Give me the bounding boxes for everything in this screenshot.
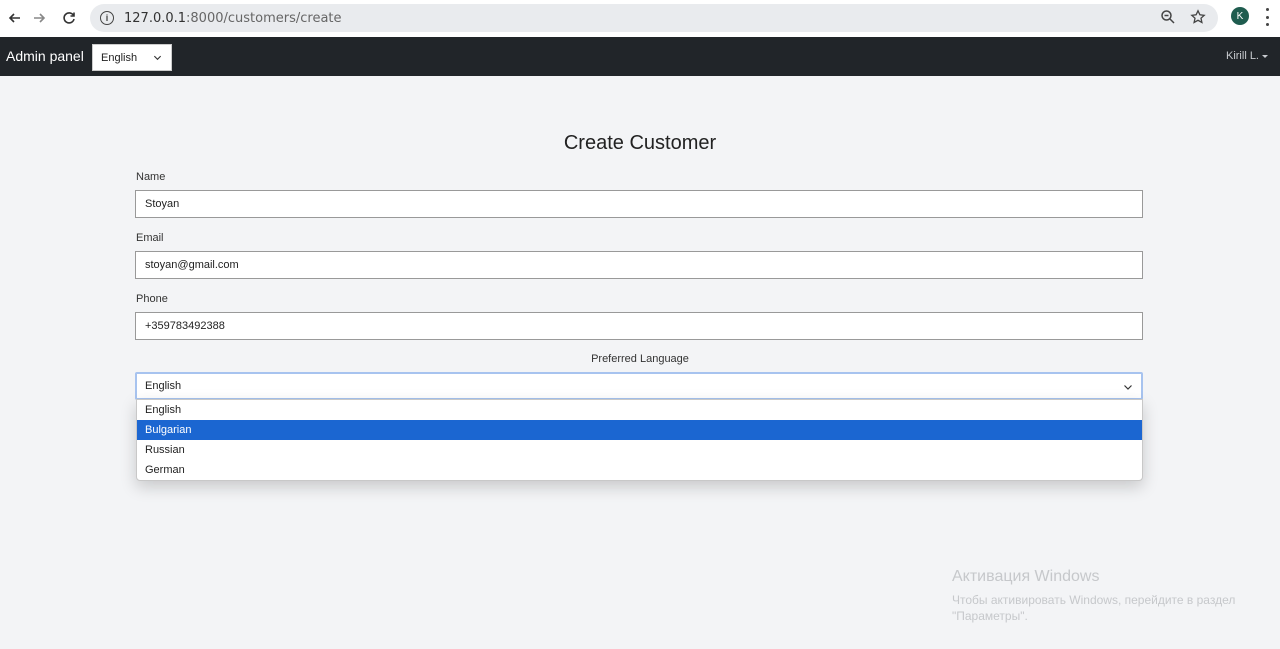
brand-link[interactable]: Admin panel (6, 48, 84, 64)
forward-arrow-icon[interactable] (24, 3, 54, 33)
watermark-text: Чтобы активировать Windows, перейдите в … (952, 593, 1236, 623)
preferred-language-select[interactable]: English (135, 372, 1143, 400)
page-title: Create Customer (563, 132, 717, 154)
language-option-german[interactable]: German (137, 460, 1142, 480)
language-option-bulgarian[interactable]: Bulgarian (137, 420, 1142, 440)
preferred-language-label: Preferred Language (591, 353, 689, 365)
zoom-icon[interactable] (1160, 9, 1176, 30)
name-input[interactable]: Stoyan (135, 190, 1143, 218)
chevron-down-icon (153, 55, 162, 61)
language-dropdown-list: English Bulgarian Russian German (136, 399, 1143, 481)
app-navbar: Admin panel English Kirill L. (0, 37, 1280, 76)
profile-avatar[interactable]: K (1231, 7, 1249, 25)
phone-input[interactable]: +359783492388 (135, 312, 1143, 340)
email-input[interactable]: stoyan@gmail.com (135, 251, 1143, 279)
url-text: 127.0.0.1:8000/customers/create (124, 10, 342, 26)
phone-label: Phone (136, 293, 168, 305)
navbar-language-select[interactable]: English (92, 44, 172, 71)
chevron-down-icon (1124, 385, 1132, 390)
browser-toolbar: i 127.0.0.1:8000/customers/create K (0, 0, 1280, 37)
language-option-russian[interactable]: Russian (137, 440, 1142, 460)
address-bar[interactable]: i 127.0.0.1:8000/customers/create (90, 4, 1218, 32)
name-label: Name (136, 171, 166, 183)
caret-down-icon (1262, 54, 1268, 58)
language-option-english[interactable]: English (137, 400, 1142, 420)
windows-activation-watermark: Активация Windows Чтобы активировать Win… (952, 568, 1252, 624)
email-label: Email (136, 232, 164, 244)
navbar-language-value: English (101, 51, 138, 64)
user-menu[interactable]: Kirill L. (1226, 50, 1268, 62)
reload-icon[interactable] (54, 3, 84, 33)
preferred-language-value: English (145, 380, 182, 392)
watermark-title: Активация Windows (952, 568, 1100, 585)
menu-dots-icon[interactable] (1262, 8, 1272, 26)
star-icon[interactable] (1190, 9, 1206, 30)
info-icon[interactable]: i (100, 11, 114, 25)
